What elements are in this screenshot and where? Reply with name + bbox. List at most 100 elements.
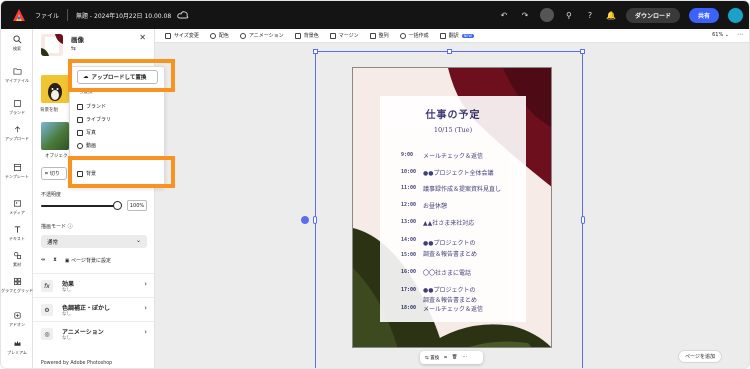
remove-background-thumbnail[interactable] [41,75,69,103]
schedule-text[interactable]: ●●プロジェクトの [423,238,475,247]
schedule-text[interactable]: メールチェック＆返信 [423,151,483,160]
tool-translate[interactable]: 翻訳 NEW [439,32,474,39]
poster-date[interactable]: 10/15 (Tue) [380,126,526,134]
poster-canvas[interactable]: 仕事の予定 10/15 (Tue) 9:00 メールチェック＆返信 10:00 … [352,67,552,348]
rail-item-elements[interactable]: 素材 [1,251,33,267]
rail-item-template[interactable]: テンプレート [1,163,33,179]
resize-handle-top-left[interactable] [313,49,318,54]
template-icon [13,163,21,172]
animation-section[interactable]: ◎ アニメーション なし › [33,321,155,345]
adobe-express-logo-icon[interactable] [13,9,25,21]
schedule-text[interactable]: 議事録作成＆提案資料見直し [423,184,501,193]
document-title[interactable]: 無題 - 2024年10月22日 10.00.08 [76,11,171,20]
cloud-icon [177,11,189,19]
resize-handle-top[interactable] [447,49,452,54]
collaborator-icon[interactable] [539,8,554,22]
tool-margin[interactable]: マージン [329,32,359,39]
schedule-time[interactable]: 9:00 [401,152,413,158]
schedule-time[interactable]: 16:00 [401,269,416,275]
rail-item-addon[interactable]: アドオン [1,311,33,327]
rail-item-media[interactable]: メディア [1,199,33,215]
object-thumbnail[interactable] [41,122,69,150]
replace-button[interactable]: ⇆ 置換 [425,355,439,361]
file-menu[interactable]: ファイル [35,11,59,20]
schedule-text[interactable]: 調査＆報告書まとめ [423,295,477,304]
schedule-time[interactable]: 13:00 [401,219,416,225]
menu-item-brand[interactable]: ブランド [77,103,157,110]
avatar[interactable] [728,7,743,23]
menu-item-video[interactable]: 動画 [77,142,157,149]
opacity-slider-handle[interactable] [113,201,122,210]
tool-animation[interactable]: アニメーション [239,32,284,39]
tool-resize[interactable]: サイズ変更 [165,32,199,39]
flip-horizontal-icon[interactable]: ⇹ [41,257,45,263]
flip-vertical-icon[interactable]: ⧗ [53,257,57,263]
replace-label: 置換 [430,355,440,361]
tool-background-color[interactable]: 背景色 [294,32,319,39]
schedule-text[interactable]: ●●プロジェクト全体会議 [423,168,493,177]
undo-icon[interactable]: ↶ [498,9,510,21]
resize-handle-top-right[interactable] [580,49,585,54]
schedule-time[interactable]: 10:00 [401,169,416,175]
schedule-text[interactable]: 調査＆報告書まとめ [423,249,477,258]
library-icon [77,116,83,123]
help-icon[interactable]: ? [584,9,596,21]
schedule-time[interactable]: 12:00 [401,202,416,208]
schedule-time[interactable]: 17:00 [401,287,416,293]
tool-align[interactable]: 整列 [369,32,389,39]
rail-item-my-files[interactable]: マイファイル [1,67,33,83]
schedule-text[interactable]: ▲▲社さま来社対応 [423,218,474,227]
schedule-text[interactable]: お昼休憩 [423,201,447,210]
rail-item-premium[interactable]: プレミアム [1,339,33,355]
resize-handle-left[interactable] [313,216,317,224]
schedule-time[interactable]: 18:00 [401,305,416,311]
effects-section[interactable]: fx 効果 なし › [33,273,155,297]
location-pin-icon[interactable]: ⚲ [563,9,575,21]
rail-item-text[interactable]: テキスト [1,225,33,241]
powered-by-text: Powered by Adobe Photoshop [41,361,113,366]
redo-icon[interactable]: ↷ [519,9,531,21]
trash-icon[interactable]: 🗑 [452,355,458,360]
more-icon[interactable]: ⋯ [737,31,743,38]
schedule-text[interactable]: ●●プロジェクトの [423,285,475,294]
schedule-time[interactable]: 14:00 [401,237,416,243]
set-as-background-button[interactable]: ▣ ページ背景に設定 [65,257,111,264]
close-icon[interactable]: ✕ [139,33,146,42]
schedule-text[interactable]: 〇〇社さまに電話 [423,268,471,277]
rail-label: アップロード [5,136,29,141]
schedule-card[interactable]: 仕事の予定 10/15 (Tue) 9:00 メールチェック＆返信 10:00 … [380,96,526,322]
rail-item-search[interactable]: 検索 [1,35,33,51]
share-button[interactable]: 共有 [688,7,719,23]
rail-item-upload[interactable]: アップロード [1,125,33,141]
tool-label: 一括作成 [408,33,429,39]
schedule-time[interactable]: 11:00 [401,185,416,191]
effects-value: なし [62,288,71,293]
info-icon[interactable]: ⓘ [68,224,73,230]
opacity-slider-track[interactable] [41,205,117,207]
replace-image-icon[interactable]: ⇆ [71,45,76,52]
tool-label: マージン [338,33,359,39]
media-icon [13,200,21,207]
bell-icon[interactable]: 🔔 [605,9,617,21]
blend-mode-select[interactable]: 通常 ⌄ [41,235,147,248]
zoom-select[interactable]: 61% ⌄ [712,32,729,38]
menu-item-library[interactable]: ライブラリ [77,116,157,123]
tool-bulk-create[interactable]: 一括作成 [399,32,429,39]
download-button[interactable]: ダウンロード [625,7,680,23]
left-rail: 検索 マイファイル ブランド アップロード テンプレート メディア テキスト 素… [1,29,33,368]
schedule-time[interactable]: 15:00 [401,252,416,258]
rotate-handle[interactable] [301,216,309,224]
schedule-text[interactable]: メールチェック＆返信 [423,304,483,313]
poster-title[interactable]: 仕事の予定 [380,106,526,121]
rail-item-brand[interactable]: ブランド [1,99,33,115]
crop-button[interactable]: ⌗ 切り [41,167,67,180]
rail-item-grid[interactable]: グラフとグリッド [1,277,33,293]
menu-item-photo[interactable]: 写真 [77,129,157,136]
resize-handle-right[interactable] [581,216,585,224]
add-page-button[interactable]: ページを追加 [678,350,722,363]
more-icon[interactable]: ⋯ [462,355,467,360]
adjustments-section[interactable]: ⚙ 色調補正・ぼかし なし › [33,297,155,321]
tool-color-scheme[interactable]: 配色 [209,32,229,39]
crop-icon[interactable]: ⌗ [444,355,447,361]
opacity-value-field[interactable]: 100% [127,200,147,211]
